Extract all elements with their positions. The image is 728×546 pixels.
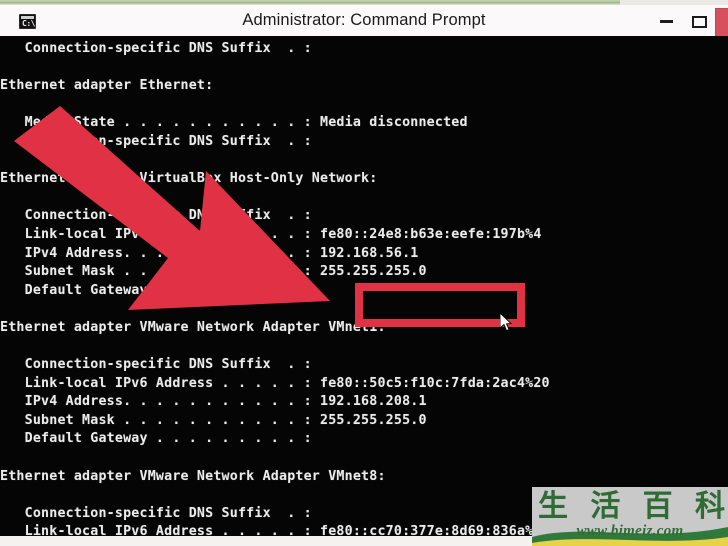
console-line: Default Gateway . . . . . . . . . : [0, 431, 312, 447]
console-line: IPv4 Address. . . . . . . . . . . : 192.… [0, 394, 427, 410]
console-line: Link-local IPv6 Address . . . . . : fe80… [0, 375, 537, 391]
watermark-char-2: 活 [590, 489, 622, 524]
console-line: Subnet Mask . . . . . . . . . . . : 255.… [0, 412, 427, 428]
watermark-url: www.bimeiz.com [576, 523, 684, 539]
console-line: Ethernet adapter VMware Network Adapter … [0, 319, 386, 335]
minimize-button[interactable] [660, 20, 673, 23]
console-line: Connection-specific DNS Suffix . : [0, 505, 312, 521]
console-line: Connection-specific DNS Suffix . : [0, 357, 312, 373]
watermark-char-4: 科 [694, 489, 726, 524]
maximize-button[interactable] [692, 16, 707, 28]
console-line: Ethernet adapter VMware Network Adapter … [0, 468, 386, 484]
console-line: Media State . . . . . . . . . . . : Medi… [0, 115, 468, 131]
console-line: Ethernet adapter Ethernet: [0, 78, 214, 94]
console-lower-left-area[interactable]: Connection-specific DNS Suffix . : Ether… [0, 36, 537, 536]
close-button[interactable] [715, 8, 728, 38]
watermark-char-1: 生 [538, 489, 569, 524]
console-line: Link-local IPv6 Address . . . . . : fe80… [0, 524, 537, 536]
console-line: Connection-specific DNS Suffix . : [0, 133, 312, 149]
watermark: 生 活 百 科 www.bimeiz.com [532, 487, 728, 546]
window-title: Administrator: Command Prompt [242, 11, 486, 29]
console-text-continued: Connection-specific DNS Suffix . : Ether… [0, 36, 537, 536]
console-line: Connection-specific DNS Suffix . : [0, 41, 312, 56]
console-line: Connection-specific DNS Suffix . : [0, 208, 312, 224]
console-line: Default Gateway . . . . . . . . . : [0, 282, 312, 298]
window-titlebar[interactable]: C:\ Administrator: Command Prompt [0, 5, 728, 38]
console-line: Subnet Mask . . . . . . . . . . . : 255.… [0, 264, 427, 280]
watermark-char-3: 百 [642, 489, 674, 524]
screenshot-root: C:\ Administrator: Command Prompt Connec… [0, 0, 728, 546]
console-line: Ethernet adapter VirtualBox Host-Only Ne… [0, 171, 378, 187]
watermark-characters: 生 活 百 科 [538, 489, 726, 525]
console-line: Link-local IPv6 Address . . . . . : fe80… [0, 226, 537, 242]
mouse-cursor [500, 313, 513, 332]
console-line: IPv4 Address. . . . . . . . . . . : 192.… [0, 245, 419, 261]
